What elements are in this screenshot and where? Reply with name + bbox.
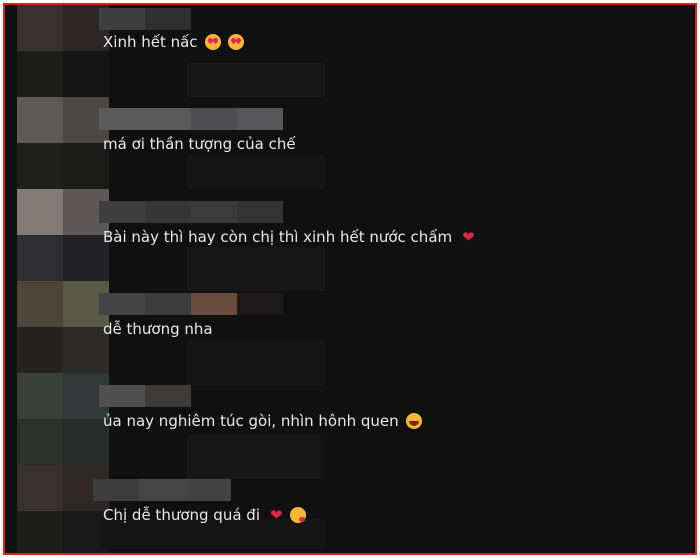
username-blurred [99,108,296,130]
red-heart-icon: ❤ [269,506,283,524]
avatar-pixel [17,465,63,511]
avatar-pixel [17,235,63,281]
comment-item: má ơi thần tượng của chế [99,108,296,154]
avatar-pixel [17,373,63,419]
username-blurred [99,201,475,223]
smiling-face-with-hearts-icon [204,34,221,50]
face-blowing-kiss-icon [289,507,306,523]
background-pixel [187,435,321,479]
avatar-pixel [17,327,63,373]
comment-item: dễ thương nha [99,293,283,339]
comment-text-row: Xinh hết nấc [99,32,244,52]
comment-text: Chị dễ thương quá đi [103,506,260,524]
smiling-face-with-hearts-icon [227,34,244,50]
username-blurred [99,293,283,315]
avatar-pixel [17,143,63,189]
comment-text-row: Chị dễ thương quá đi ❤ [93,505,306,525]
background-pixel [187,155,325,189]
comment-item: Chị dễ thương quá đi ❤ [93,479,306,525]
comment-text: ủa nay nghiêm túc gòi, nhìn hônh quen [103,412,399,430]
background-pixel [187,63,325,97]
background-pixel [187,247,325,291]
comment-text-row: má ơi thần tượng của chế [99,134,296,154]
avatar-pixel [63,51,109,97]
comment-item: ủa nay nghiêm túc gòi, nhìn hônh quen [99,385,422,431]
avatar-pixel [17,511,63,553]
red-heart-icon: ❤ [462,228,475,246]
comment-text: dễ thương nha [103,320,213,338]
avatar-pixel [17,281,63,327]
avatar-pixel [17,189,63,235]
avatar-pixel [17,51,63,97]
comment-item: Bài này thì hay còn chị thì xinh hết nướ… [99,201,475,247]
background-pixel [187,341,325,385]
comment-text-row: Bài này thì hay còn chị thì xinh hết nướ… [99,227,475,247]
comment-text-row: dễ thương nha [99,319,283,339]
username-blurred [99,385,422,407]
comment-text-row: ủa nay nghiêm túc gòi, nhìn hônh quen [99,411,422,431]
comment-item: Xinh hết nấc [99,8,244,52]
comment-text: Bài này thì hay còn chị thì xinh hết nướ… [103,228,453,246]
comment-text: má ơi thần tượng của chế [103,135,296,153]
avatar-pixel [17,5,63,51]
comment-screenshot-frame: Xinh hết nấc má ơi thần tượng của chế Bà… [3,3,697,555]
comment-text: Xinh hết nấc [103,33,198,51]
username-blurred [99,8,244,30]
laughing-face-icon [405,413,422,429]
username-blurred [93,479,306,501]
avatar-pixel [17,97,63,143]
avatar-pixel [17,419,63,465]
